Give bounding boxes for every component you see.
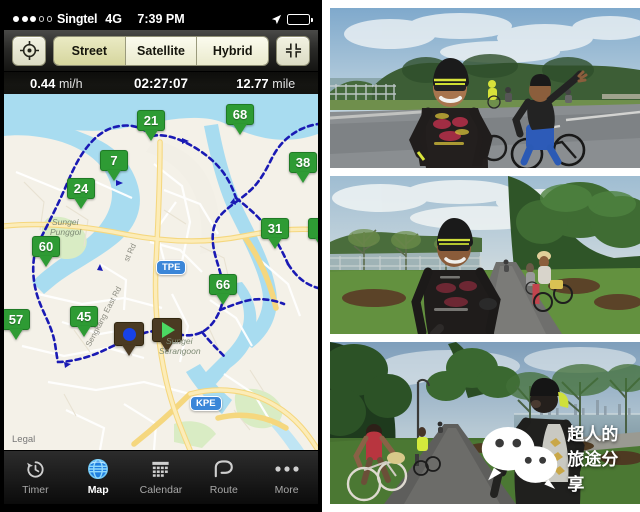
- marker-label: 3: [308, 218, 318, 239]
- shrink-arrows-icon: [285, 43, 301, 58]
- marker-label: 57: [4, 309, 30, 330]
- tab-calendar[interactable]: Calendar: [130, 451, 193, 496]
- watermark: 超人的旅途分享: [479, 420, 631, 495]
- bottom-tab-bar: Timer Map Calendar Route More: [4, 450, 318, 504]
- tab-label: Route: [209, 484, 238, 496]
- map-marker[interactable]: 24: [67, 178, 95, 209]
- map-marker[interactable]: 57: [4, 309, 30, 340]
- segment-hybrid[interactable]: Hybrid: [197, 36, 268, 65]
- marker-label: 38: [289, 152, 317, 173]
- marker-label: 7: [100, 150, 128, 171]
- photo-cyclist-park-connector: [330, 176, 640, 334]
- calendar-icon: [149, 456, 172, 482]
- marker-tail: [122, 345, 136, 356]
- marker-tail: [216, 294, 230, 305]
- distance-unit: mile: [272, 76, 296, 91]
- marker-tail: [296, 172, 310, 183]
- marker-label: 24: [67, 178, 95, 199]
- speed-unit: mi/h: [58, 76, 83, 91]
- collage-root: Singtel 4G 7:39 PM Street Satellite Hybr…: [0, 0, 640, 512]
- play-marker[interactable]: [152, 318, 182, 352]
- distance-value: 12.77: [236, 75, 269, 91]
- map-marker[interactable]: 38: [289, 152, 317, 183]
- map-type-segmented-control[interactable]: Street Satellite Hybrid: [53, 35, 269, 66]
- marker-tail: [144, 130, 158, 141]
- tab-timer[interactable]: Timer: [4, 451, 67, 496]
- marker-label: 21: [137, 110, 165, 131]
- marker-tail: [160, 341, 174, 352]
- segment-street[interactable]: Street: [54, 36, 126, 65]
- map-marker[interactable]: 7: [100, 150, 128, 181]
- marker-tail: [233, 124, 247, 135]
- highway-shield-kpe: KPE: [190, 396, 222, 411]
- stat-distance: 12.77 mile: [213, 76, 318, 91]
- tab-label: Timer: [22, 484, 49, 496]
- tab-more[interactable]: More: [255, 451, 318, 496]
- tab-label: More: [274, 484, 299, 496]
- current-position-marker[interactable]: [114, 322, 144, 356]
- map-marker[interactable]: 60: [32, 236, 60, 267]
- map-toolbar: Street Satellite Hybrid: [4, 30, 318, 72]
- stat-speed: 0.44 mi/h: [4, 76, 109, 91]
- phone-screenshot: Singtel 4G 7:39 PM Street Satellite Hybr…: [0, 0, 322, 512]
- photo-column: 超人的旅途分享: [330, 0, 640, 512]
- marker-label: 68: [226, 104, 254, 125]
- locate-me-button[interactable]: [12, 35, 46, 66]
- play-triangle-icon: [152, 318, 182, 342]
- tab-route[interactable]: Route: [192, 451, 255, 496]
- map-marker[interactable]: 31: [261, 218, 289, 249]
- blue-dot-icon: [114, 322, 144, 346]
- tab-label: Map: [87, 484, 109, 496]
- map-attribution-legal[interactable]: Legal: [12, 434, 35, 445]
- status-bar-time: 7:39 PM: [137, 12, 185, 26]
- marker-tail: [315, 238, 318, 249]
- marker-tail: [268, 238, 282, 249]
- wechat-icon: [481, 427, 558, 490]
- map-marker[interactable]: 68: [226, 104, 254, 135]
- marker-tail: [39, 256, 53, 267]
- stat-duration: 02:27:07: [133, 75, 189, 91]
- speed-value: 0.44: [30, 75, 56, 91]
- marker-tail: [9, 329, 23, 340]
- marker-label: 60: [32, 236, 60, 257]
- tab-label: Calendar: [139, 484, 183, 496]
- photo-cyclists-coastal-road: [330, 8, 640, 168]
- clock-back-icon: [24, 456, 47, 482]
- tab-map[interactable]: Map: [67, 451, 130, 496]
- ellipsis-icon: [274, 456, 300, 482]
- marker-tail: [107, 170, 121, 181]
- map-marker[interactable]: 3: [308, 218, 318, 249]
- map-marker[interactable]: 66: [209, 274, 237, 305]
- map-marker[interactable]: 21: [137, 110, 165, 141]
- watermark-text: 超人的旅途分享: [567, 425, 619, 495]
- stats-bar: 0.44 mi/h 02:27:07 12.77 mile: [4, 72, 318, 94]
- marker-label: 31: [261, 218, 289, 239]
- highway-shield-tpe: TPE: [156, 260, 187, 275]
- phone-screen: Singtel 4G 7:39 PM Street Satellite Hybr…: [4, 8, 318, 504]
- map-view[interactable]: 21 68 7 38 24 31 60 66 57 45 Sungei Pung…: [4, 94, 318, 450]
- route-loop-icon: [211, 456, 236, 482]
- globe-icon: [86, 456, 110, 482]
- segment-satellite[interactable]: Satellite: [125, 36, 198, 65]
- status-bar: Singtel 4G 7:39 PM: [4, 8, 318, 30]
- crosshair-target-icon: [19, 41, 39, 60]
- photo-seaside-path-dusk: 超人的旅途分享: [330, 342, 640, 504]
- battery-icon: [287, 13, 313, 25]
- shrink-fullscreen-button[interactable]: [276, 35, 310, 66]
- marker-label: 66: [209, 274, 237, 295]
- marker-tail: [74, 198, 88, 209]
